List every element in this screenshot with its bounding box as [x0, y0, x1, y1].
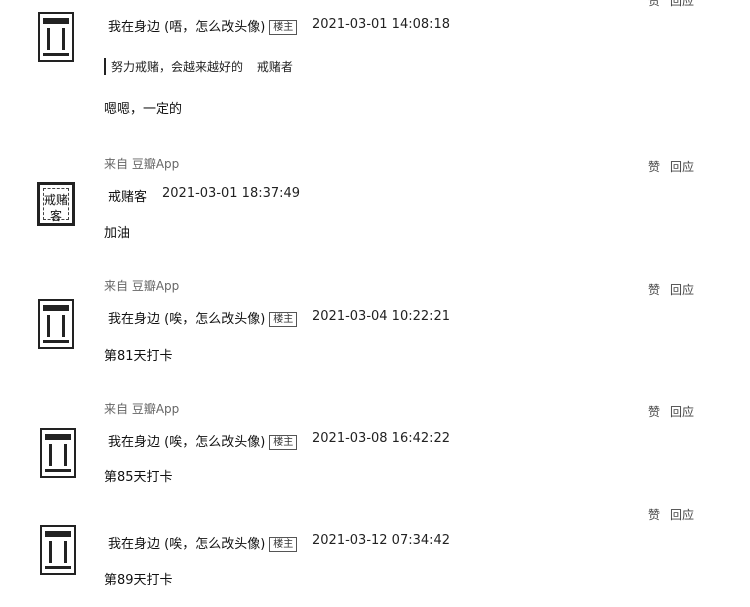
reply-button[interactable]: 回应	[670, 158, 694, 175]
avatar[interactable]	[40, 525, 76, 575]
reply-button[interactable]: 回应	[670, 281, 694, 298]
author-name[interactable]: 我在身边 (唉，怎么改头像)	[108, 435, 265, 450]
quoted-comment: 努力戒赌，会越来越好的 戒赌者	[104, 58, 293, 75]
quote-author[interactable]: 戒赌者	[257, 60, 293, 74]
avatar[interactable]: 戒赌客	[37, 182, 75, 226]
reply-button[interactable]: 回应	[670, 506, 694, 523]
comment-content: 第85天打卡	[104, 470, 173, 485]
like-button[interactable]: 赞	[648, 0, 660, 9]
comment-source: 来自 豆瓣App	[104, 402, 180, 416]
op-badge: 楼主	[269, 435, 298, 450]
comment-source: 来自 豆瓣App	[104, 157, 180, 171]
avatar[interactable]	[40, 428, 76, 478]
comment-time: 2021-03-01 14:08:18	[312, 17, 451, 32]
author-name[interactable]: 我在身边 (唔，怎么改头像)	[108, 20, 265, 35]
avatar[interactable]	[38, 12, 74, 62]
like-button[interactable]: 赞	[648, 281, 660, 298]
avatar-seal-text: 戒赌客	[43, 188, 69, 223]
comment-content: 嗯嗯，一定的	[104, 102, 183, 117]
reply-button[interactable]: 回应	[670, 0, 694, 9]
like-button[interactable]: 赞	[648, 506, 660, 523]
author-name[interactable]: 我在身边 (唉，怎么改头像)	[108, 312, 265, 327]
author-name[interactable]: 我在身边 (唉，怎么改头像)	[108, 537, 265, 552]
comment-time: 2021-03-01 18:37:49	[162, 186, 301, 201]
author-name[interactable]: 戒赌客	[108, 186, 147, 205]
quote-text: 努力戒赌，会越来越好的	[111, 60, 244, 74]
op-badge: 楼主	[269, 537, 298, 552]
like-button[interactable]: 赞	[648, 158, 660, 175]
comment-time: 2021-03-12 07:34:42	[312, 533, 451, 548]
reply-button[interactable]: 回应	[670, 403, 694, 420]
avatar[interactable]	[38, 299, 74, 349]
comment-time: 2021-03-08 16:42:22	[312, 431, 451, 446]
comment-content: 第89天打卡	[104, 573, 173, 588]
op-badge: 楼主	[269, 312, 298, 327]
op-badge: 楼主	[269, 20, 298, 35]
comment-source: 来自 豆瓣App	[104, 279, 180, 293]
comment-content: 第81天打卡	[104, 349, 173, 364]
comment-header: 我在身边 (唉，怎么改头像) 楼主	[108, 308, 298, 327]
comment-header: 我在身边 (唉，怎么改头像) 楼主	[108, 431, 298, 450]
comment-content: 加油	[104, 226, 131, 241]
comment-header: 我在身边 (唔，怎么改头像) 楼主	[108, 16, 298, 35]
comment-time: 2021-03-04 10:22:21	[312, 309, 451, 324]
comment-header: 我在身边 (唉，怎么改头像) 楼主	[108, 533, 298, 552]
like-button[interactable]: 赞	[648, 403, 660, 420]
